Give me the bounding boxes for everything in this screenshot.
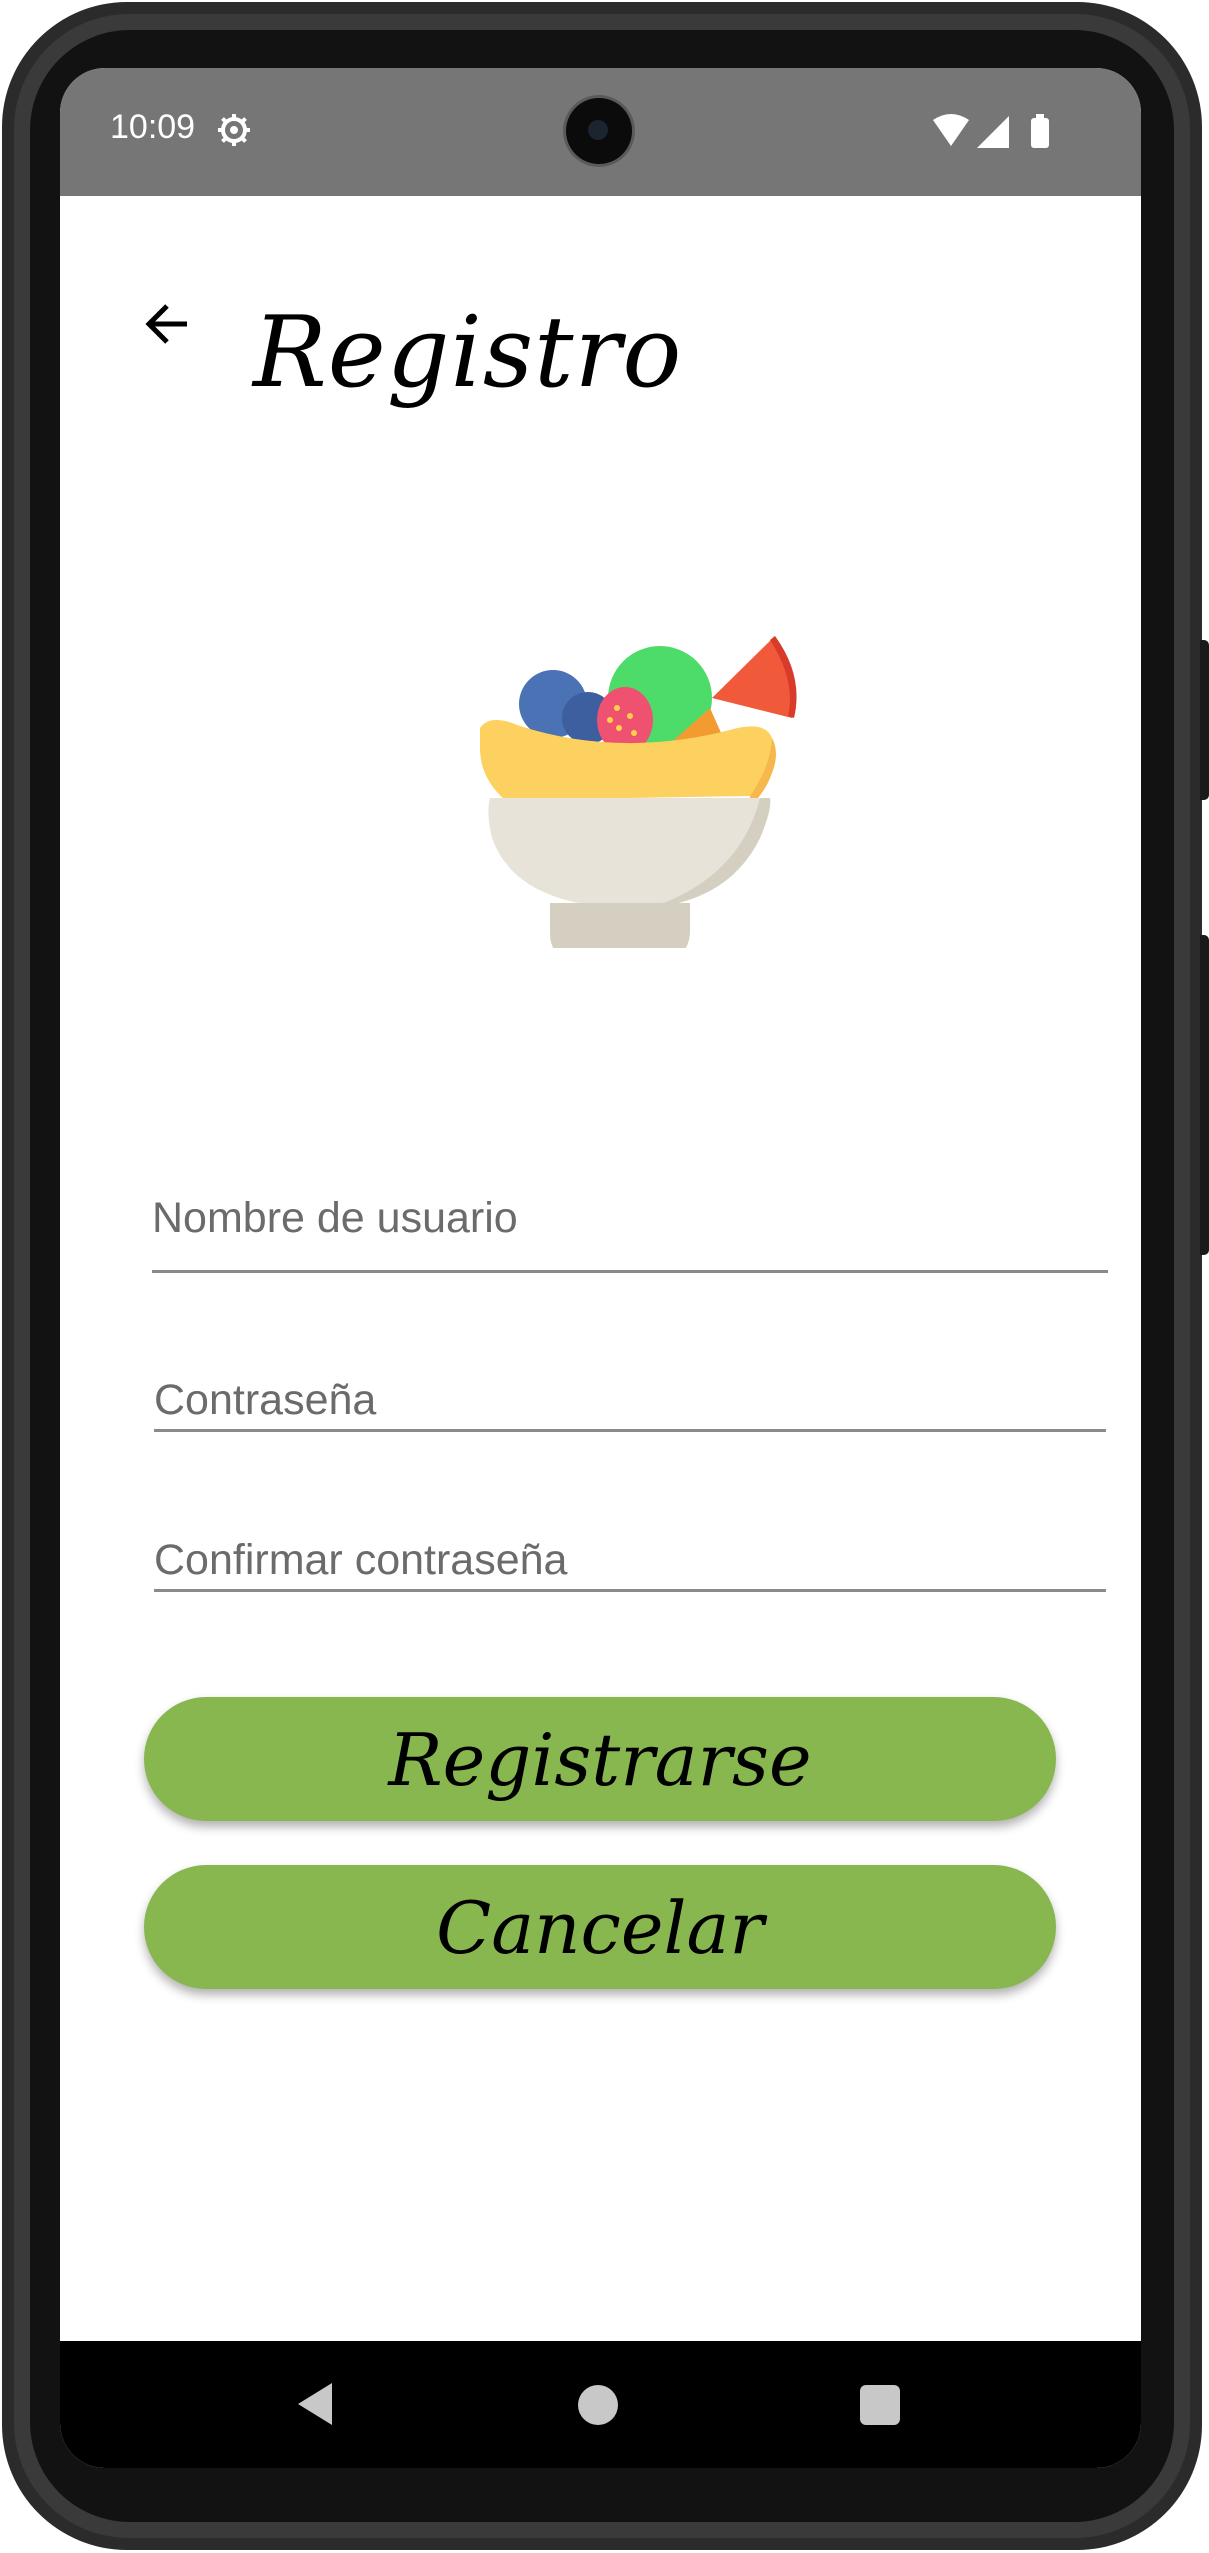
arrow-left-icon[interactable]	[135, 288, 205, 358]
status-icons	[933, 114, 1049, 148]
username-input[interactable]	[152, 1194, 1108, 1243]
fruit-bowl-icon	[480, 636, 797, 948]
username-field[interactable]	[152, 1178, 1108, 1273]
page-title: Registro	[253, 296, 683, 410]
gear-icon	[218, 114, 250, 146]
cancel-button[interactable]: Cancelar	[144, 1865, 1056, 1989]
phone-frame: 10:09 Registro Nombre de usuario Registr…	[0, 0, 1209, 2553]
navigation-bar	[60, 2341, 1141, 2468]
status-time: 10:09	[110, 108, 196, 146]
front-camera	[566, 98, 632, 164]
register-button[interactable]: Registrarse	[144, 1697, 1056, 1821]
confirm-password-field[interactable]	[154, 1528, 1106, 1592]
volume-button	[1200, 640, 1209, 800]
signal-icon	[977, 116, 1009, 148]
battery-icon	[1031, 118, 1049, 148]
nav-back-icon[interactable]	[292, 2381, 338, 2427]
screen: 10:09 Registro Nombre de usuario Registr…	[60, 68, 1141, 2468]
nav-recents-icon[interactable]	[860, 2385, 900, 2425]
wifi-icon	[933, 114, 969, 146]
confirm-password-input[interactable]	[154, 1536, 1106, 1585]
password-input[interactable]	[154, 1376, 1106, 1425]
power-button	[1200, 935, 1209, 1255]
nav-home-icon[interactable]	[578, 2385, 618, 2425]
password-field[interactable]	[154, 1368, 1106, 1432]
status-bar: 10:09	[60, 68, 1141, 196]
